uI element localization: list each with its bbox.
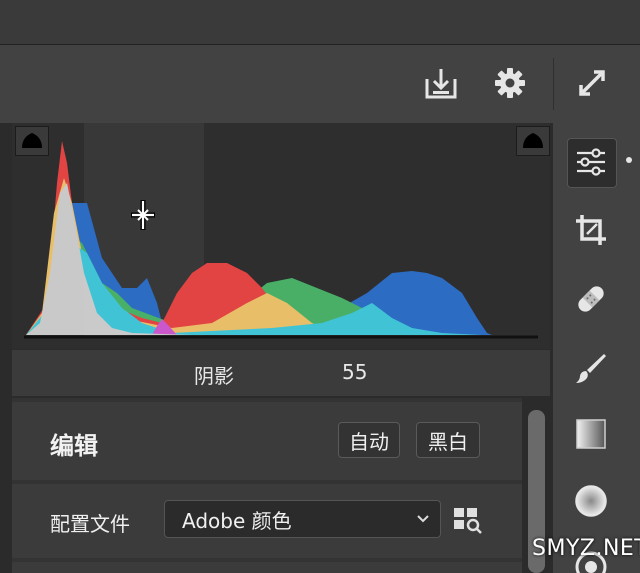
section-title: 编辑 bbox=[50, 432, 98, 460]
edit-panel: 编辑 自动 黑白 配置文件 Adobe 颜色 bbox=[12, 398, 522, 573]
black-white-button[interactable]: 黑白 bbox=[416, 422, 480, 458]
edit-section: 编辑 自动 黑白 bbox=[12, 402, 522, 480]
save-icon[interactable] bbox=[421, 63, 461, 103]
highlight-clipping-icon bbox=[523, 133, 543, 148]
active-indicator-dot bbox=[626, 157, 632, 163]
shadow-clipping-toggle[interactable] bbox=[15, 126, 49, 156]
window-title-bar bbox=[0, 0, 640, 44]
profile-label: 配置文件 bbox=[50, 512, 130, 536]
toolbar-separator bbox=[553, 58, 554, 110]
brush-icon[interactable] bbox=[568, 345, 614, 391]
crop-icon[interactable] bbox=[568, 207, 614, 253]
next-section bbox=[12, 562, 522, 573]
gear-icon[interactable] bbox=[490, 63, 530, 103]
move-cursor-icon bbox=[131, 200, 155, 230]
gradient-icon[interactable] bbox=[568, 411, 614, 457]
readout-value: 55 bbox=[342, 360, 368, 384]
bandage-icon[interactable] bbox=[568, 276, 614, 322]
highlight-clipping-toggle[interactable] bbox=[516, 126, 550, 156]
shadow-clipping-icon bbox=[22, 133, 42, 148]
histogram-readout: 阴影 55 bbox=[12, 350, 550, 396]
chevron-down-icon bbox=[417, 515, 429, 523]
watermark: SMYZ.NET bbox=[532, 536, 640, 561]
profile-section: 配置文件 Adobe 颜色 bbox=[12, 484, 522, 558]
fullscreen-icon[interactable] bbox=[572, 63, 612, 103]
profile-browser-icon[interactable] bbox=[452, 506, 484, 536]
readout-label: 阴影 bbox=[194, 364, 234, 388]
auto-button[interactable]: 自动 bbox=[338, 422, 400, 458]
profile-value: Adobe 颜色 bbox=[182, 508, 292, 533]
histogram[interactable] bbox=[12, 123, 550, 349]
radial-icon[interactable] bbox=[568, 478, 614, 524]
top-toolbar bbox=[0, 45, 640, 123]
profile-select[interactable]: Adobe 颜色 bbox=[164, 500, 441, 538]
sliders-icon[interactable] bbox=[568, 139, 614, 185]
